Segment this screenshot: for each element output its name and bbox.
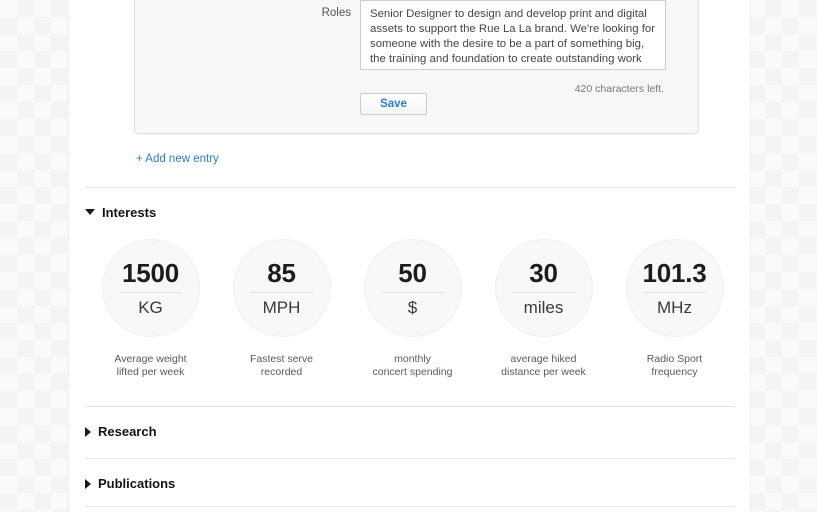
section-header-research[interactable]: Research [85,424,157,439]
section-header-publications[interactable]: Publications [85,476,175,491]
save-button[interactable]: Save [360,93,427,115]
stat-circle: 30 miles [495,239,593,337]
stat-circle: 50 $ [364,239,462,337]
stat-caption: monthly concert spending [373,353,453,378]
stat-caption-line2: frequency [647,366,702,379]
add-new-entry-link[interactable]: + Add new entry [136,153,219,165]
stat-caption: Radio Sport frequency [647,353,702,378]
stat-unit: KG [138,299,163,316]
stat-caption-line1: Radio Sport [647,353,702,366]
roles-textarea[interactable] [360,0,666,70]
triangle-right-icon [85,427,91,437]
section-header-interests[interactable]: Interests [85,205,156,220]
section-title-interests: Interests [102,205,156,220]
stat-item: 101.3 MHz Radio Sport frequency [609,239,740,378]
stat-item: 85 MPH Fastest serve recorded [216,239,347,378]
stat-item: 30 miles average hiked distance per week [478,239,609,378]
section-title-research: Research [98,424,157,439]
stat-caption-line2: distance per week [501,366,586,379]
stat-value: 30 [529,260,558,286]
stat-unit: MPH [263,299,301,316]
section-title-publications: Publications [98,476,175,491]
stat-value: 85 [267,260,296,286]
stat-caption-line1: Fastest serve [250,353,313,366]
page-content-column: Roles 420 characters left. Save + Add ne… [69,0,750,512]
stat-caption: Fastest serve recorded [250,353,313,378]
stat-item: 50 $ monthly concert spending [347,239,478,378]
stat-unit: miles [524,299,564,316]
stat-value: 50 [398,260,427,286]
divider-above-research [85,406,735,407]
divider-bottom [85,506,735,507]
stat-divider [644,292,706,293]
stat-caption-line1: Average weight [114,353,186,366]
stat-caption-line1: monthly [373,353,453,366]
stat-circle: 1500 KG [102,239,200,337]
stat-circle: 85 MPH [233,239,331,337]
stat-caption-line1: average hiked [501,353,586,366]
stat-unit: MHz [657,299,692,316]
stat-circle: 101.3 MHz [626,239,724,337]
triangle-down-icon [85,209,95,215]
stat-value: 101.3 [642,260,706,286]
triangle-right-icon [85,479,91,489]
interests-stats-row: 1500 KG Average weight lifted per week 8… [85,239,740,378]
stat-divider [513,292,575,293]
roles-field-label: Roles [245,7,351,19]
stat-caption-line2: recorded [250,366,313,379]
roles-entry-panel: Roles 420 characters left. Save [134,0,699,134]
divider-above-publications [85,458,735,459]
stat-unit: $ [408,299,417,316]
stat-caption-line2: lifted per week [114,366,186,379]
stat-caption: Average weight lifted per week [114,353,186,378]
stat-caption: average hiked distance per week [501,353,586,378]
stat-divider [120,292,182,293]
stat-divider [382,292,444,293]
stat-divider [251,292,313,293]
characters-left-counter: 420 characters left. [575,83,664,95]
stat-item: 1500 KG Average weight lifted per week [85,239,216,378]
stat-value: 1500 [122,260,179,286]
stat-caption-line2: concert spending [373,366,453,379]
divider-above-interests [85,187,735,188]
